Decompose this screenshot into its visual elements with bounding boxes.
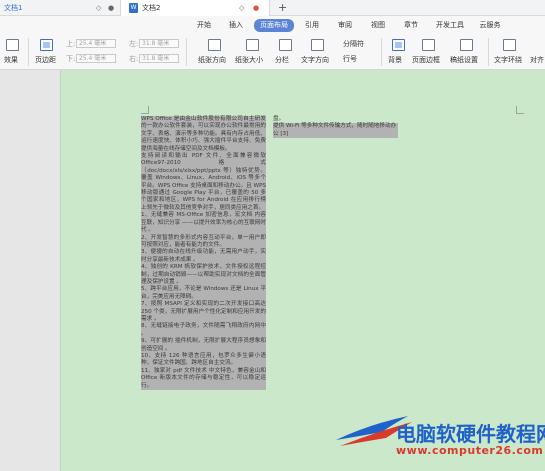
- paper-size-icon[interactable]: [246, 39, 259, 51]
- effects-button[interactable]: 效果: [4, 56, 18, 65]
- pin-icon[interactable]: ◇: [96, 0, 101, 16]
- columns-icon[interactable]: [279, 39, 292, 51]
- align-button[interactable]: 对齐: [530, 56, 544, 65]
- close-tab-icon[interactable]: ●: [108, 0, 114, 16]
- pin-icon[interactable]: ◇: [239, 0, 244, 16]
- tab-document-1[interactable]: 文档1 ◇ ●: [0, 0, 118, 16]
- paragraph: WPS Office 是由金山软件股份有限公司自主研发的一款办公软件套装，可以实…: [141, 116, 266, 154]
- paragraph: 11、独家对 pdf 文件技术 中文特色，兼容金山和 Office 新版本文件的…: [141, 367, 266, 391]
- orientation-button[interactable]: 纸张方向: [198, 56, 226, 65]
- top-margin-input[interactable]: 25.4 毫米: [76, 39, 116, 48]
- tab-label: 文档1: [4, 4, 23, 12]
- text-wrap-button[interactable]: 文字环绕: [494, 56, 522, 65]
- paragraph: 7、按照 MSAPI 定义和实现的二次开发接口高达 250 个类，无限扩展用户个…: [141, 301, 266, 324]
- text-direction-button[interactable]: 文字方向: [301, 56, 329, 65]
- bottom-margin-label: 下:: [66, 55, 76, 63]
- manuscript-icon[interactable]: [460, 39, 473, 51]
- margin-corner-mark: [516, 106, 524, 114]
- menu-review[interactable]: 审阅: [331, 19, 359, 32]
- bottom-margin-input[interactable]: 25.4 毫米: [76, 54, 116, 63]
- menu-cloud[interactable]: 云服务: [474, 19, 506, 32]
- paragraph: 10、支持 126 种语言应用，包罗众多生僻小语种，保证文件跨国、跨地区自主交流…: [141, 353, 266, 368]
- menu-view[interactable]: 视图: [364, 19, 392, 32]
- menu-references[interactable]: 引用: [298, 19, 326, 32]
- watermark-title: 电脑软硬件教程网: [396, 422, 545, 446]
- background-button[interactable]: 背景: [388, 56, 402, 65]
- menu-page-layout[interactable]: 页面布局: [254, 19, 294, 32]
- watermark-url: www.computer26.com: [396, 444, 544, 457]
- menu-developer[interactable]: 开发工具: [430, 19, 470, 32]
- margins-button[interactable]: 页边距: [35, 56, 56, 65]
- page-border-icon[interactable]: [422, 39, 435, 51]
- right-margin-input[interactable]: 31.8 毫米: [139, 54, 179, 63]
- background-icon[interactable]: [392, 39, 405, 51]
- menu-home[interactable]: 开始: [188, 19, 220, 32]
- manuscript-button[interactable]: 稿纸设置: [450, 56, 478, 65]
- orientation-icon[interactable]: [208, 39, 221, 51]
- paragraph: 4、独创的 KRM 帆软保护技术，文件授权远程控制，过期自动销毁——以帮助实现对…: [141, 264, 266, 287]
- tab-label: 文档2: [142, 4, 161, 12]
- writer-doc-icon: W: [129, 3, 138, 13]
- right-margin-label: 右:: [129, 55, 139, 63]
- document-tab-strip: 文档1 ◇ ● W 文档2 ◇ ● +: [0, 0, 545, 16]
- paragraph: 3、便捷的自动在线升级功能，无需用户动手，实时分享最新技术成果 。: [141, 249, 266, 265]
- paragraph: 1、无缝兼容 MS-Office 加密信息，宏文档 内容互联，知识分享 ——以提…: [141, 212, 266, 235]
- paragraph: 5、跨平台应用，不论是 Windows 还是 Linux 平台，完美应用无障碍。: [141, 286, 266, 302]
- line-numbers-button[interactable]: 行号: [343, 55, 357, 64]
- paper-size-button[interactable]: 纸张大小: [235, 56, 263, 65]
- close-tab-icon[interactable]: ●: [253, 0, 259, 16]
- breaks-button[interactable]: 分隔符: [343, 40, 364, 49]
- right-text-column[interactable]: 盘。 提供 Wi-Fi 等多种文件传输方式，随时随地移动办公 [3]: [273, 116, 398, 139]
- left-text-column[interactable]: WPS Office 是由金山软件股份有限公司自主研发的一款办公软件套装，可以实…: [141, 116, 266, 391]
- paragraph: 8、无缝链接电子政务，文件随需飞翔政府内网中 。: [141, 323, 266, 339]
- ribbon-menu-tabs: 开始 插入 页面布局 引用 审阅 视图 章节 开发工具 云服务: [0, 16, 545, 34]
- paragraph: 提供 Wi-Fi 等多种文件传输方式，随时随地移动办公 [3]: [273, 123, 398, 139]
- paragraph: 9、可扩展的 插件机制，无限扩展大程序员想象和创造空间 。: [141, 338, 266, 353]
- effects-icon[interactable]: [6, 39, 19, 51]
- tab-document-2[interactable]: W 文档2 ◇ ●: [120, 0, 270, 16]
- new-tab-button[interactable]: +: [278, 0, 287, 15]
- menu-sections[interactable]: 章节: [397, 19, 425, 32]
- top-margin-label: 上:: [66, 40, 76, 48]
- page-layout-ribbon: 效果 页边距 上: 25.4 毫米 下: 25.4 毫米 左: 31.8 毫米 …: [0, 34, 545, 70]
- text-wrap-icon[interactable]: [503, 39, 516, 51]
- paragraph: 支持阅读和输出 PDF 文件、全面兼容微软 Office97-2010 格式（d…: [141, 153, 266, 213]
- wps-writer-window: 文档1 ◇ ● W 文档2 ◇ ● + 开始 插入 页面布局 引用 审阅 视图 …: [0, 0, 545, 471]
- left-margin-label: 左:: [129, 40, 139, 48]
- text-direction-icon[interactable]: [311, 39, 324, 51]
- margin-corner-mark: [141, 106, 149, 114]
- left-margin-input[interactable]: 31.8 毫米: [139, 39, 179, 48]
- columns-button[interactable]: 分栏: [275, 56, 289, 65]
- paragraph: 2、开发智慧的多形式内容互动平台，单一用户即可按照对应，能者有能力的文件。: [141, 234, 266, 250]
- menu-insert[interactable]: 插入: [222, 19, 250, 32]
- page-border-button[interactable]: 页面边框: [412, 56, 440, 65]
- margins-icon[interactable]: [40, 39, 53, 51]
